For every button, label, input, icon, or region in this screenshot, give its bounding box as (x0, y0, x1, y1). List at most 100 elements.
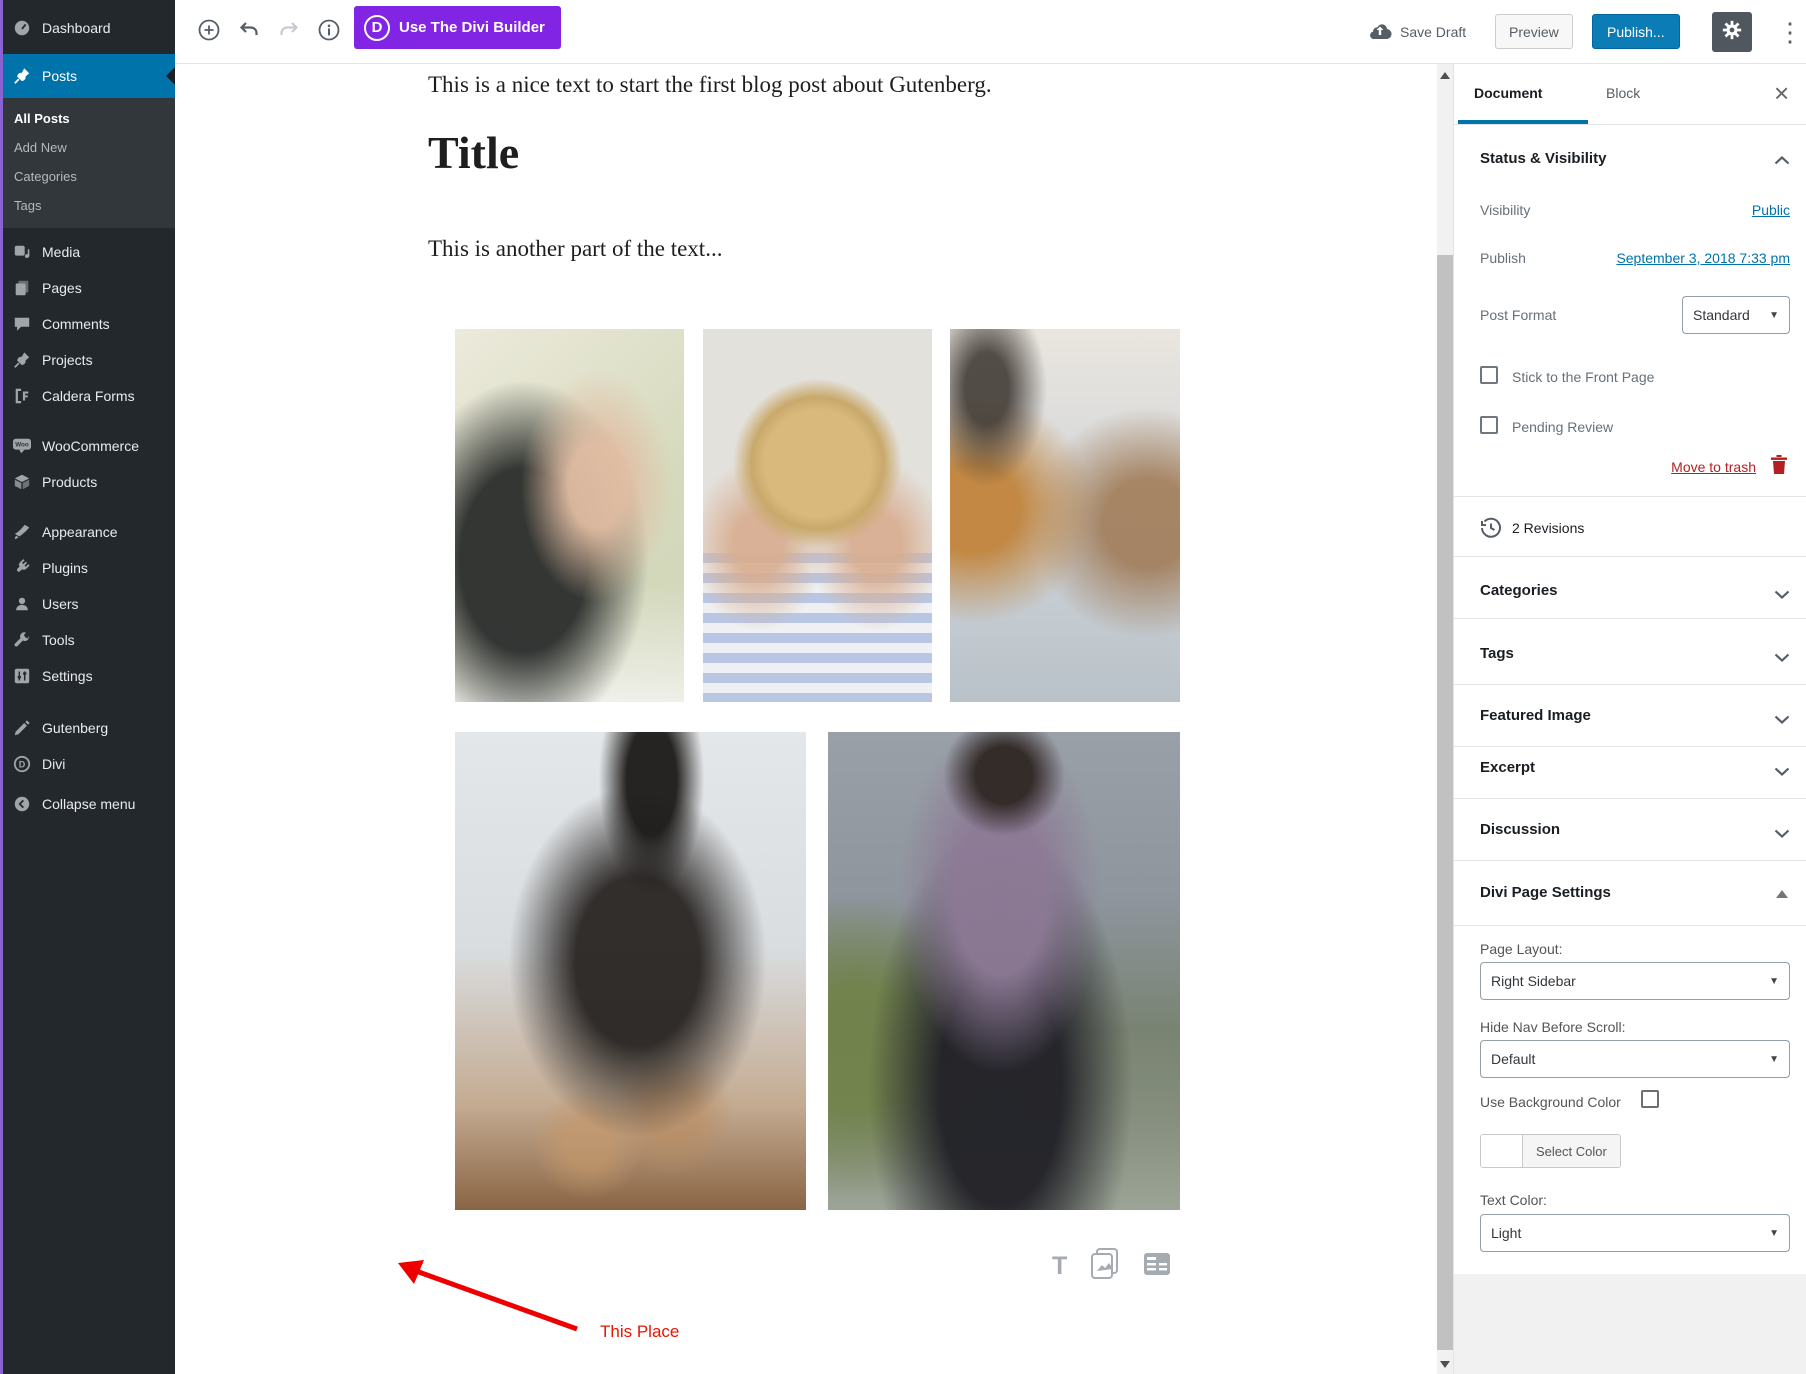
gallery-image-4[interactable] (455, 732, 806, 1210)
submenu-item-all-posts[interactable]: All Posts (0, 104, 175, 132)
trash-icon[interactable] (1770, 454, 1788, 480)
divider (1454, 684, 1806, 685)
settings-toggle-button[interactable] (1712, 12, 1752, 52)
section-status-visibility[interactable]: Status & Visibility (1480, 150, 1606, 167)
annotation-label: This Place (600, 1322, 680, 1341)
sidebar-item-label: Products (42, 474, 98, 490)
pending-review-checkbox[interactable] (1480, 416, 1498, 434)
sidebar-item-tools[interactable]: Tools (0, 622, 175, 658)
chevron-down-icon[interactable] (1774, 763, 1790, 781)
sidebar-item-comments[interactable]: Comments (0, 306, 175, 342)
use-background-color-checkbox[interactable] (1641, 1090, 1659, 1108)
divider (1454, 746, 1806, 747)
page-layout-label: Page Layout: (1480, 941, 1563, 957)
chevron-down-icon[interactable] (1774, 586, 1790, 604)
sidebar-item-divi[interactable]: D Divi (0, 746, 175, 782)
collapse-icon (12, 794, 32, 814)
gallery-image-1[interactable] (455, 329, 684, 702)
editor-canvas[interactable]: This is a nice text to start the first b… (175, 64, 1437, 1374)
submenu-item-add-new[interactable]: Add New (0, 133, 175, 161)
gallery-image-5[interactable] (828, 732, 1180, 1210)
sidebar-item-posts[interactable]: Posts (0, 54, 175, 98)
section-discussion[interactable]: Discussion (1480, 821, 1560, 838)
section-divi-page-settings[interactable]: Divi Page Settings (1480, 884, 1611, 901)
add-block-button[interactable] (191, 0, 227, 64)
preview-button[interactable]: Preview (1495, 14, 1573, 49)
comment-icon (12, 314, 32, 334)
sidebar-item-collapse-menu[interactable]: Collapse menu (0, 786, 175, 822)
collapse-triangle-icon[interactable] (1776, 890, 1788, 898)
cloud-upload-icon (1368, 22, 1392, 42)
sidebar-item-settings[interactable]: Settings (0, 658, 175, 694)
post-format-select[interactable]: Standard ▼ (1682, 296, 1790, 334)
scroll-up-arrow-icon[interactable] (1440, 72, 1450, 79)
sidebar-item-label: Tools (42, 632, 75, 648)
hide-nav-label: Hide Nav Before Scroll: (1480, 1019, 1626, 1035)
scroll-down-arrow-icon[interactable] (1440, 1361, 1450, 1368)
section-categories[interactable]: Categories (1480, 582, 1558, 599)
content-scrollbar[interactable] (1437, 64, 1453, 1374)
block-suggestions: T (1052, 1247, 1171, 1285)
select-caret-icon: ▼ (1769, 309, 1779, 321)
chevron-up-icon[interactable] (1774, 152, 1790, 170)
chevron-down-icon[interactable] (1774, 825, 1790, 843)
section-featured-image[interactable]: Featured Image (1480, 707, 1591, 724)
text-color-select[interactable]: Light ▼ (1480, 1214, 1790, 1252)
undo-button[interactable] (231, 0, 267, 64)
woocommerce-icon: Woo (12, 436, 32, 456)
visibility-value-link[interactable]: Public (1752, 202, 1790, 218)
publish-date-link[interactable]: September 3, 2018 7:33 pm (1616, 250, 1790, 266)
gallery-image-2[interactable] (703, 329, 932, 702)
sidebar-item-gutenberg[interactable]: Gutenberg (0, 710, 175, 746)
sidebar-item-plugins[interactable]: Plugins (0, 550, 175, 586)
sidebar-item-label: Settings (42, 668, 93, 684)
text-block-icon[interactable]: T (1052, 1252, 1067, 1281)
visibility-label: Visibility (1480, 202, 1531, 218)
section-excerpt[interactable]: Excerpt (1480, 759, 1535, 776)
stick-front-page-checkbox[interactable] (1480, 366, 1498, 384)
revisions-clock-icon[interactable] (1480, 517, 1502, 544)
hide-nav-select[interactable]: Default ▼ (1480, 1040, 1790, 1078)
post-heading[interactable]: Title (428, 126, 519, 179)
section-tags[interactable]: Tags (1480, 645, 1514, 662)
wrench-icon (12, 630, 32, 650)
redo-button[interactable] (271, 0, 307, 64)
chevron-down-icon[interactable] (1774, 711, 1790, 729)
select-caret-icon: ▼ (1769, 1227, 1779, 1239)
tab-document[interactable]: Document (1470, 85, 1546, 101)
info-button[interactable] (311, 0, 347, 64)
submenu-item-categories[interactable]: Categories (0, 162, 175, 190)
post-paragraph[interactable]: This is another part of the text... (428, 236, 722, 262)
page-layout-select[interactable]: Right Sidebar ▼ (1480, 962, 1790, 1000)
save-draft-button[interactable]: Save Draft (1368, 0, 1466, 64)
sidebar-item-pages[interactable]: Pages (0, 270, 175, 306)
sidebar-item-media[interactable]: Media (0, 234, 175, 270)
sidebar-item-products[interactable]: Products (0, 464, 175, 500)
publish-button[interactable]: Publish... (1592, 14, 1680, 49)
gallery-block-icon[interactable] (1089, 1247, 1121, 1285)
select-color-button[interactable]: Select Color (1480, 1134, 1621, 1168)
sidebar-item-caldera-forms[interactable]: Caldera Forms (0, 378, 175, 414)
scrollbar-thumb[interactable] (1437, 255, 1453, 1350)
user-icon (12, 594, 32, 614)
kebab-menu-icon[interactable]: ⋮ (1775, 0, 1805, 64)
select-color-label: Select Color (1536, 1143, 1607, 1159)
sidebar-item-woocommerce[interactable]: Woo WooCommerce (0, 428, 175, 464)
editor-toolbar: D Use The Divi Builder Save Draft Previe… (175, 0, 1806, 64)
revisions-link[interactable]: 2 Revisions (1512, 520, 1584, 536)
gallery-image-3[interactable] (950, 329, 1180, 702)
media-icon (12, 242, 32, 262)
move-to-trash-link[interactable]: Move to trash (1671, 459, 1756, 475)
sidebar-item-users[interactable]: Users (0, 586, 175, 622)
submenu-item-tags[interactable]: Tags (0, 191, 175, 219)
close-icon[interactable]: × (1774, 78, 1789, 109)
table-block-icon[interactable] (1143, 1252, 1171, 1281)
tab-block[interactable]: Block (1602, 85, 1644, 101)
chevron-down-icon[interactable] (1774, 649, 1790, 667)
window-left-edge (0, 0, 3, 1374)
sidebar-item-projects[interactable]: Projects (0, 342, 175, 378)
sidebar-item-appearance[interactable]: Appearance (0, 514, 175, 550)
post-paragraph[interactable]: This is a nice text to start the first b… (428, 72, 1188, 98)
sidebar-item-dashboard[interactable]: Dashboard (0, 10, 175, 46)
use-divi-builder-button[interactable]: D Use The Divi Builder (354, 6, 561, 49)
